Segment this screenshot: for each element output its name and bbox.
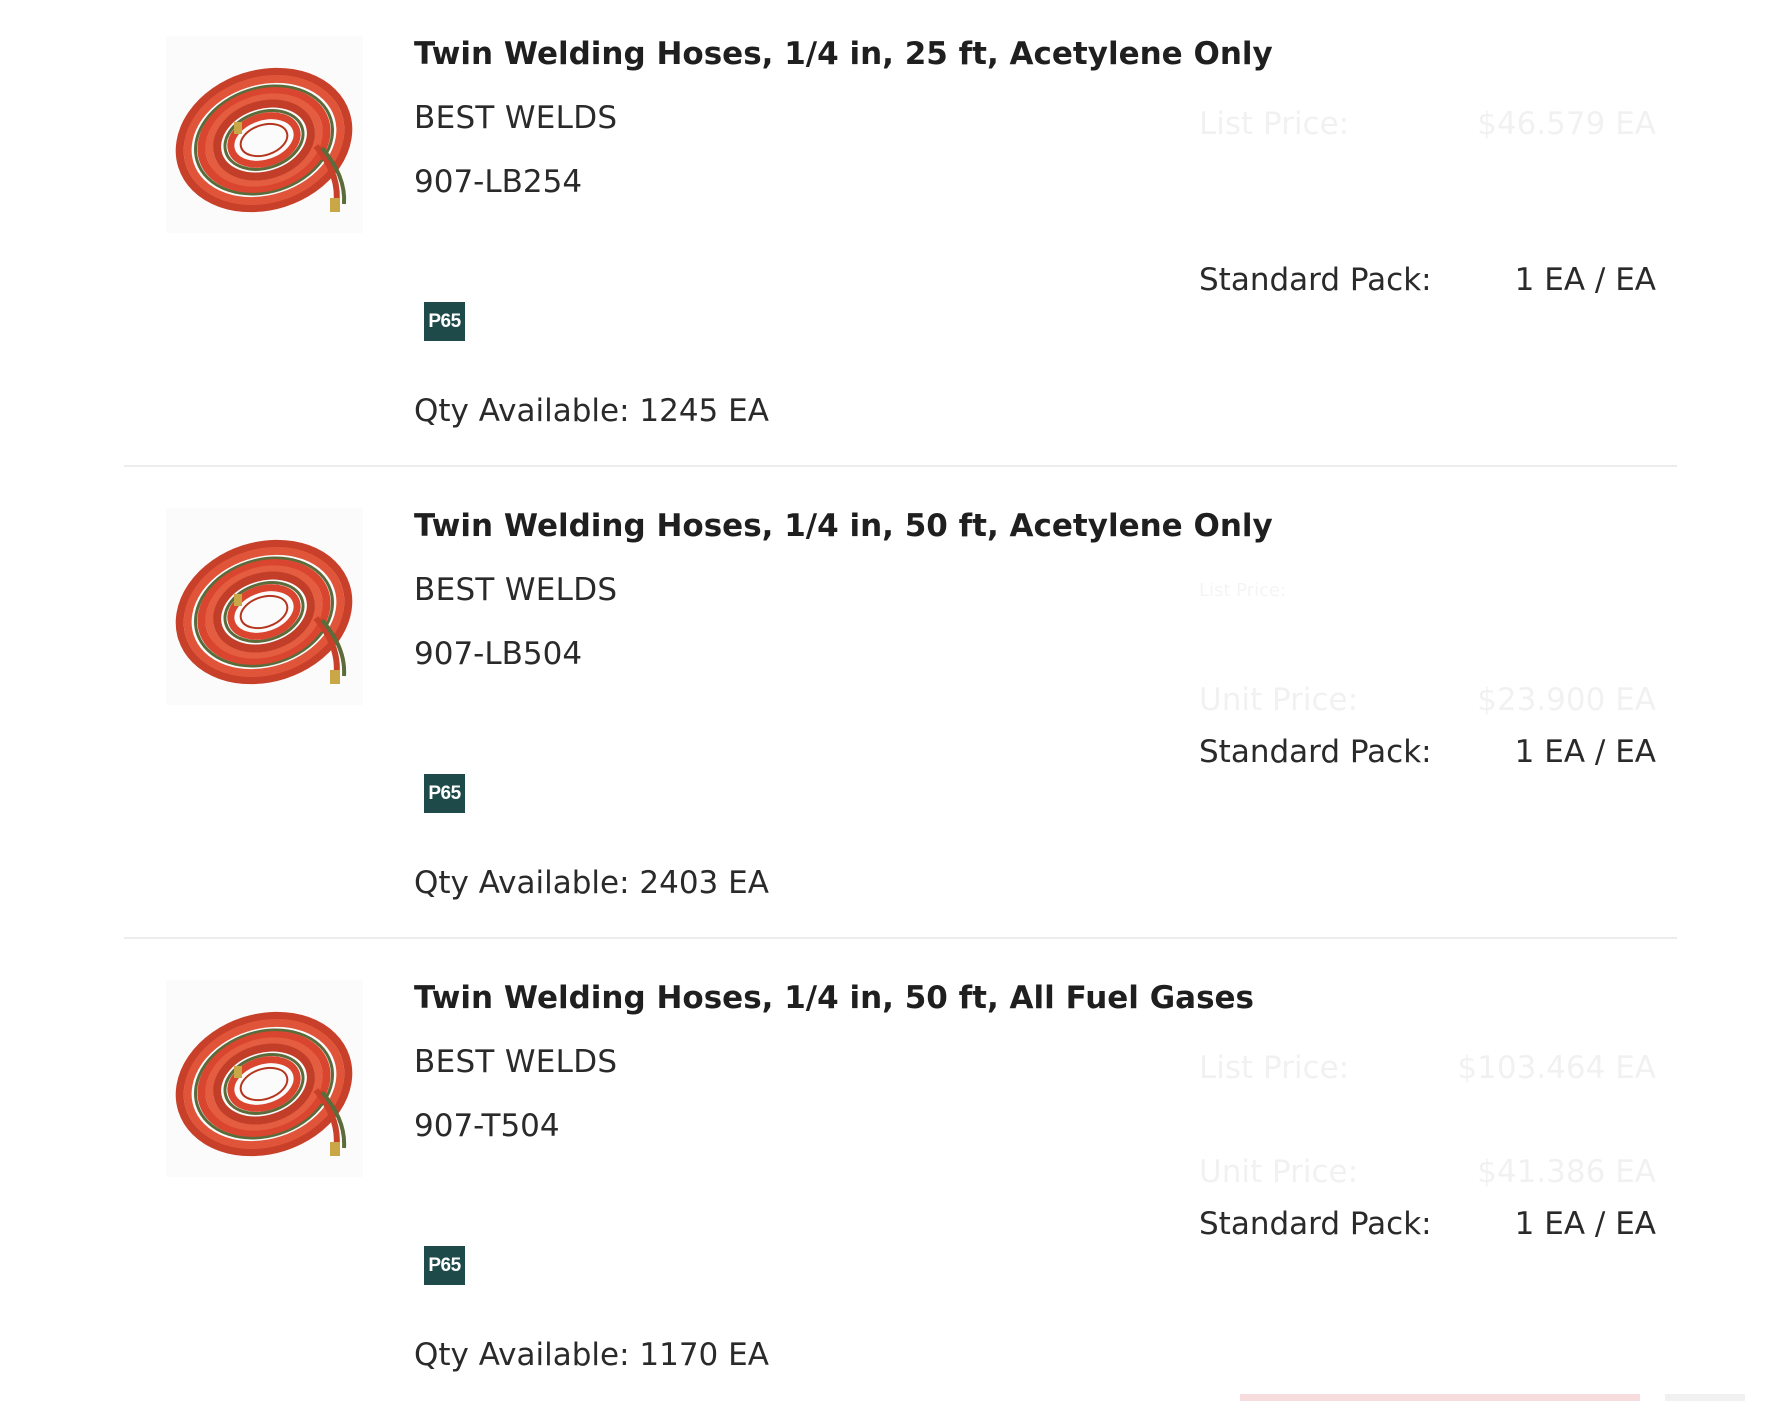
standard-pack-value: 1 EA / EA: [1514, 1206, 1656, 1242]
add-to-cart-button[interactable]: [1240, 1394, 1640, 1401]
row-divider: [124, 937, 1677, 939]
product-brand: BEST WELDS: [414, 1044, 618, 1080]
product-sku: 907-LB254: [414, 164, 583, 200]
list-price-label: List Price:: [1199, 580, 1286, 601]
list-price-label: List Price:: [1199, 106, 1350, 142]
unit-price-label: Unit Price:: [1199, 682, 1359, 718]
p65-warning-badge[interactable]: P65: [424, 774, 465, 813]
product-row: Twin Welding Hoses, 1/4 in, 50 ft, All F…: [0, 944, 1767, 1416]
list-price-label: List Price:: [1199, 1050, 1350, 1086]
product-image[interactable]: [166, 980, 363, 1177]
welding-hose-coil-icon: [175, 539, 353, 685]
standard-pack-value: 1 EA / EA: [1514, 262, 1656, 298]
qty-available: Qty Available: 1170 EA: [414, 1337, 769, 1373]
product-title[interactable]: Twin Welding Hoses, 1/4 in, 50 ft, Acety…: [414, 508, 1273, 544]
product-title[interactable]: Twin Welding Hoses, 1/4 in, 50 ft, All F…: [414, 980, 1254, 1016]
welding-hose-coil-icon: [175, 67, 353, 213]
standard-pack-label: Standard Pack:: [1199, 1206, 1432, 1242]
welding-hose-coil-icon: [175, 1011, 353, 1157]
qty-available: Qty Available: 1245 EA: [414, 393, 769, 429]
product-sku: 907-LB504: [414, 636, 583, 672]
product-list: Twin Welding Hoses, 1/4 in, 25 ft, Acety…: [0, 0, 1767, 1401]
standard-pack-label: Standard Pack:: [1199, 734, 1432, 770]
unit-price-value: $23.900 EA: [1477, 682, 1656, 718]
product-image[interactable]: [166, 36, 363, 233]
list-price-value: $103.464 EA: [1457, 1050, 1656, 1086]
p65-warning-badge[interactable]: P65: [424, 302, 465, 341]
product-title[interactable]: Twin Welding Hoses, 1/4 in, 25 ft, Acety…: [414, 36, 1273, 72]
list-price-value: $46.579 EA: [1477, 106, 1656, 142]
standard-pack-label: Standard Pack:: [1199, 262, 1432, 298]
secondary-action-button[interactable]: [1665, 1394, 1745, 1401]
unit-price-label: Unit Price:: [1199, 1154, 1359, 1190]
product-brand: BEST WELDS: [414, 572, 618, 608]
product-row: Twin Welding Hoses, 1/4 in, 25 ft, Acety…: [0, 0, 1767, 472]
product-row: Twin Welding Hoses, 1/4 in, 50 ft, Acety…: [0, 472, 1767, 944]
product-brand: BEST WELDS: [414, 100, 618, 136]
standard-pack-value: 1 EA / EA: [1514, 734, 1656, 770]
product-sku: 907-T504: [414, 1108, 560, 1144]
product-image[interactable]: [166, 508, 363, 705]
unit-price-value: $41.386 EA: [1477, 1154, 1656, 1190]
row-divider: [124, 465, 1677, 467]
qty-available: Qty Available: 2403 EA: [414, 865, 769, 901]
p65-warning-badge[interactable]: P65: [424, 1246, 465, 1285]
